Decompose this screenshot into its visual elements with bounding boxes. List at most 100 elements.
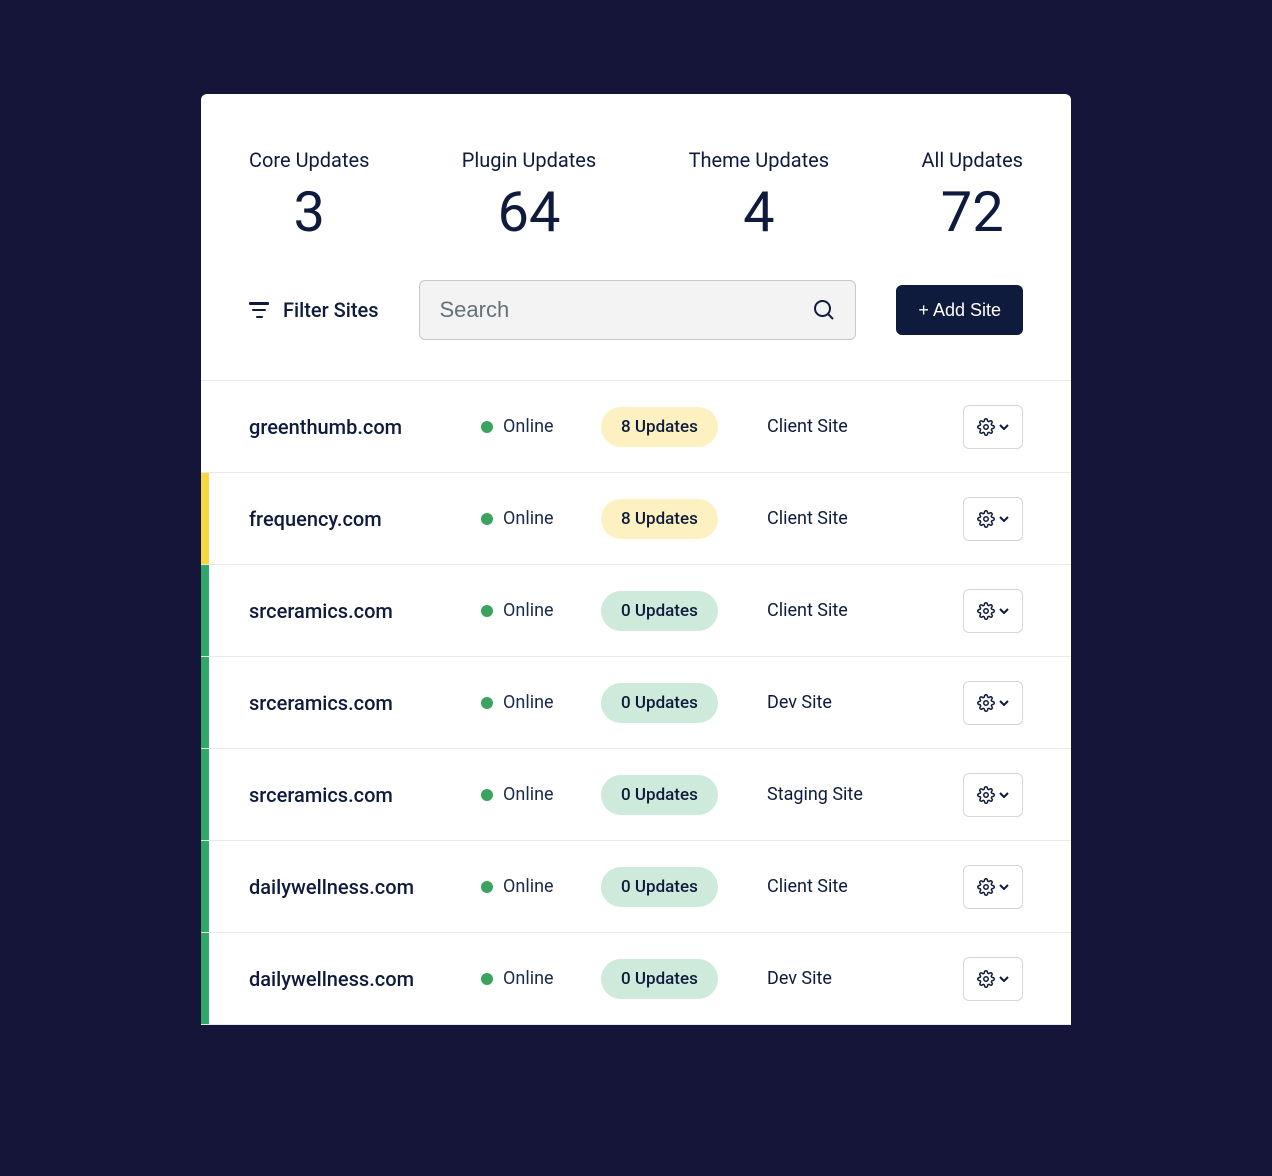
stat-label: Theme Updates <box>689 148 830 172</box>
site-row[interactable]: dailywellness.comOnline0 UpdatesClient S… <box>201 841 1071 933</box>
row-flag <box>201 473 209 564</box>
stats-row: Core Updates 3 Plugin Updates 64 Theme U… <box>201 94 1071 280</box>
site-row[interactable]: dailywellness.com Online 0 Updates Dev Site <box>201 933 1071 1025</box>
stat-value: 3 <box>293 184 324 240</box>
site-type: Client Site <box>767 508 963 529</box>
chevron-down-icon <box>999 608 1009 614</box>
site-status: Online <box>481 876 601 897</box>
site-updates: 0 Updates <box>601 591 767 631</box>
status-dot-icon <box>481 973 493 985</box>
status-text: Online <box>503 508 554 529</box>
site-updates: 0 Updates <box>601 867 767 907</box>
gear-icon <box>977 878 995 896</box>
status-text: Online <box>503 968 554 989</box>
site-status: Online <box>481 784 601 805</box>
stat-value: 4 <box>743 184 774 240</box>
site-name: frequency.com <box>249 507 481 531</box>
site-type: Dev Site <box>767 968 963 989</box>
stat-label: Plugin Updates <box>462 148 596 172</box>
site-row[interactable]: frequency.com Online 8 Updates Client Site <box>201 473 1071 565</box>
site-settings-button[interactable] <box>963 957 1023 1001</box>
site-settings-button[interactable] <box>963 865 1023 909</box>
gear-icon <box>977 510 995 528</box>
site-row[interactable]: srceramics.com Online 0 Updates Dev Site <box>201 657 1071 749</box>
site-settings-button[interactable] <box>963 773 1023 817</box>
site-status: Online <box>481 968 601 989</box>
filter-label: Filter Sites <box>283 298 379 322</box>
site-name: greenthumb.com <box>249 415 481 439</box>
updates-pill: 0 Updates <box>601 683 718 723</box>
chevron-down-icon <box>999 976 1009 982</box>
stat-theme-updates[interactable]: Theme Updates 4 <box>689 148 830 240</box>
updates-pill: 0 Updates <box>601 959 718 999</box>
site-name: dailywellness.com <box>249 967 481 991</box>
row-flag <box>201 657 209 748</box>
row-flag <box>201 841 209 932</box>
stat-label: All Updates <box>921 148 1023 172</box>
site-row[interactable]: greenthumb.com Online 8 Updates Client Site <box>201 381 1071 473</box>
chevron-down-icon <box>999 424 1009 430</box>
site-updates: 0 Updates <box>601 683 767 723</box>
stat-all-updates[interactable]: All Updates 72 <box>921 148 1023 240</box>
row-flag <box>201 749 209 840</box>
site-row[interactable]: srceramics.com Online 0 Updates Client Site <box>201 565 1071 657</box>
status-dot-icon <box>481 881 493 893</box>
site-name: srceramics.com <box>249 599 481 623</box>
site-type: Staging Site <box>767 784 963 805</box>
updates-pill: 8 Updates <box>601 407 718 447</box>
site-updates: 0 Updates <box>601 959 767 999</box>
site-row[interactable]: srceramics.com Online 0 Updates Staging Sit… <box>201 749 1071 841</box>
search-field <box>419 280 857 340</box>
stat-plugin-updates[interactable]: Plugin Updates 64 <box>462 148 596 240</box>
status-text: Online <box>503 784 554 805</box>
site-type: Client Site <box>767 600 963 621</box>
updates-pill: 0 Updates <box>601 867 718 907</box>
status-dot-icon <box>481 421 493 433</box>
site-name: srceramics.com <box>249 783 481 807</box>
status-text: Online <box>503 692 554 713</box>
site-status: Online <box>481 416 601 437</box>
status-dot-icon <box>481 697 493 709</box>
gear-icon <box>977 694 995 712</box>
add-site-button[interactable]: + Add Site <box>896 285 1023 335</box>
gear-icon <box>977 786 995 804</box>
updates-pill: 0 Updates <box>601 775 718 815</box>
site-status: Online <box>481 692 601 713</box>
status-text: Online <box>503 416 554 437</box>
gear-icon <box>977 970 995 988</box>
row-flag <box>201 933 209 1024</box>
site-name: srceramics.com <box>249 691 481 715</box>
site-settings-button[interactable] <box>963 497 1023 541</box>
search-input[interactable] <box>419 280 857 340</box>
site-type: Dev Site <box>767 692 963 713</box>
stat-label: Core Updates <box>249 148 369 172</box>
updates-pill: 0 Updates <box>601 591 718 631</box>
filter-icon <box>249 302 269 318</box>
chevron-down-icon <box>999 884 1009 890</box>
sites-list: greenthumb.com Online 8 Updates Client Site… <box>201 380 1071 1025</box>
controls-row: Filter Sites + Add Site <box>201 280 1071 380</box>
gear-icon <box>977 418 995 436</box>
chevron-down-icon <box>999 700 1009 706</box>
row-flag <box>201 565 209 656</box>
gear-icon <box>977 602 995 620</box>
site-status: Online <box>481 508 601 529</box>
site-updates: 0 Updates <box>601 775 767 815</box>
status-dot-icon <box>481 605 493 617</box>
status-dot-icon <box>481 789 493 801</box>
chevron-down-icon <box>999 792 1009 798</box>
updates-pill: 8 Updates <box>601 499 718 539</box>
filter-sites-button[interactable]: Filter Sites <box>249 298 379 322</box>
site-settings-button[interactable] <box>963 405 1023 449</box>
stat-core-updates[interactable]: Core Updates 3 <box>249 148 369 240</box>
site-settings-button[interactable] <box>963 589 1023 633</box>
status-dot-icon <box>481 513 493 525</box>
site-type: Client Site <box>767 416 963 437</box>
status-text: Online <box>503 876 554 897</box>
site-settings-button[interactable] <box>963 681 1023 725</box>
stat-value: 64 <box>498 184 561 240</box>
status-text: Online <box>503 600 554 621</box>
site-updates: 8 Updates <box>601 407 767 447</box>
stat-value: 72 <box>941 184 1004 240</box>
site-status: Online <box>481 600 601 621</box>
